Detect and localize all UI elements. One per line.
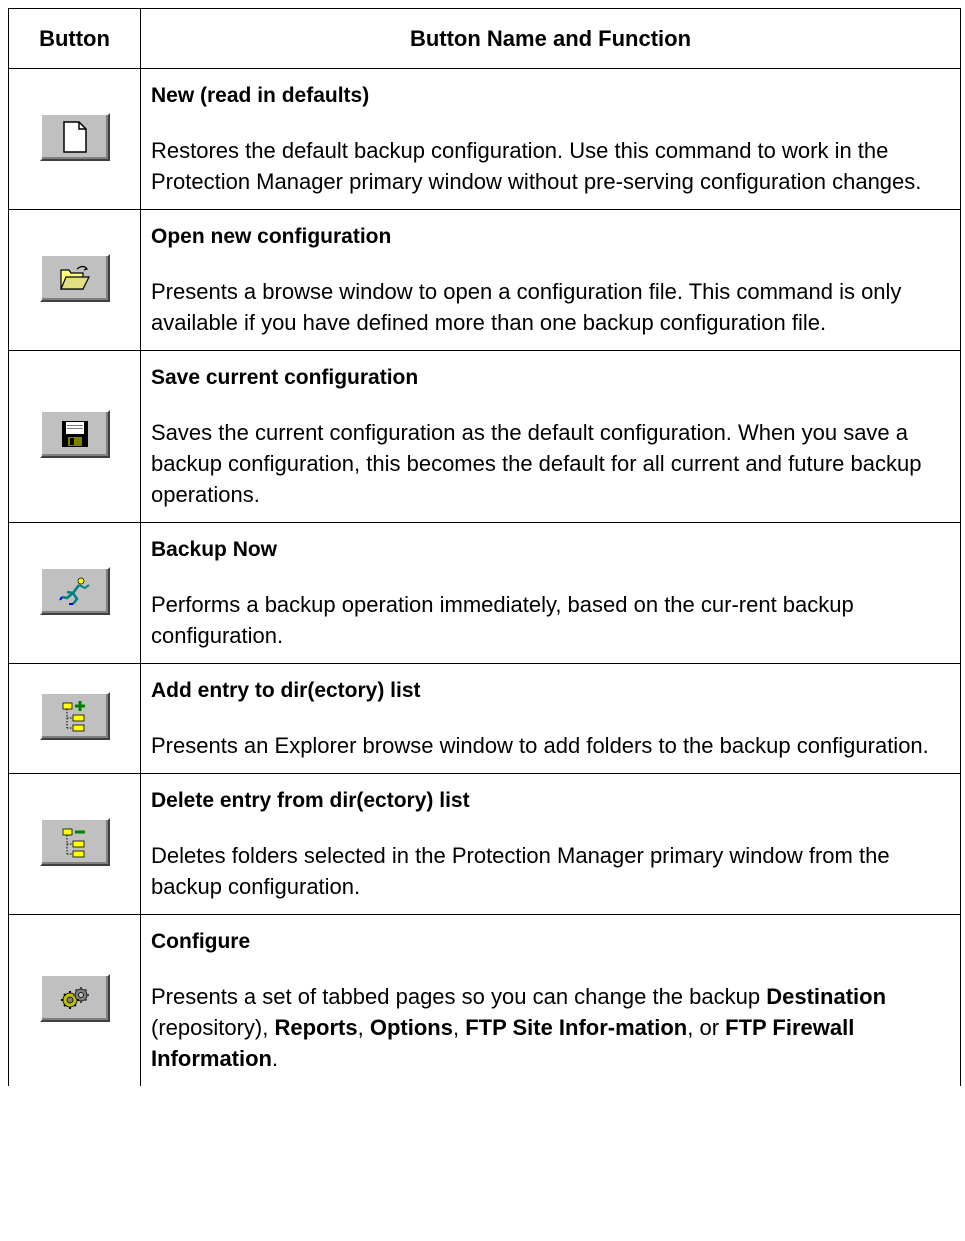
running-man-icon <box>58 577 90 605</box>
table-row: Delete entry from dir(ectory) list Delet… <box>8 773 961 915</box>
open-button[interactable] <box>39 253 110 302</box>
destination-term: Destination <box>766 984 887 1009</box>
header-function: Button Name and Function <box>140 8 961 69</box>
tree-add-icon <box>62 701 85 732</box>
table-header-row: Button Button Name and Function <box>8 8 961 69</box>
table-row: Configure Presents a set of tabbed pages… <box>8 914 961 1086</box>
row-title: Open new configuration <box>151 225 392 248</box>
table-row: Add entry to dir(ectory) list Presents a… <box>8 663 961 774</box>
button-reference-table: Button Button Name and Function New (rea… <box>8 8 961 1086</box>
add-entry-button[interactable] <box>39 692 110 740</box>
row-title: New (read in defaults) <box>151 84 370 107</box>
row-title: Configure <box>151 930 251 953</box>
row-description: Performs a backup operation immediately,… <box>151 592 854 648</box>
new-button[interactable] <box>39 112 110 161</box>
row-description: Saves the current configuration as the d… <box>151 420 922 507</box>
floppy-save-icon <box>61 421 88 447</box>
gear-configure-icon <box>60 987 89 1009</box>
row-title: Save current configuration <box>151 366 419 389</box>
row-title: Backup Now <box>151 538 278 561</box>
table-row: Backup Now Performs a backup operation i… <box>8 522 961 664</box>
backup-now-button[interactable] <box>39 566 110 615</box>
new-document-icon <box>62 120 87 153</box>
options-term: Options <box>369 1015 453 1040</box>
table-row: New (read in defaults) Restores the defa… <box>8 68 961 210</box>
row-description: Presents a set of tabbed pages so you ca… <box>151 984 887 1071</box>
row-description: Presents a browse window to open a confi… <box>151 279 902 335</box>
row-title: Delete entry from dir(ectory) list <box>151 789 470 812</box>
tree-delete-icon <box>62 828 85 857</box>
configure-button[interactable] <box>39 974 110 1022</box>
row-description: Deletes folders selected in the Protecti… <box>151 843 890 899</box>
header-button: Button <box>8 8 141 69</box>
row-description: Presents an Explorer browse window to ad… <box>151 733 929 758</box>
table-row: Save current configuration Saves the cur… <box>8 350 961 523</box>
table-row: Open new configuration Presents a browse… <box>8 209 961 351</box>
ftp-site-information-term: FTP Site Infor-mation <box>465 1015 688 1040</box>
row-description: Restores the default backup configuratio… <box>151 138 922 194</box>
row-title: Add entry to dir(ectory) list <box>151 679 421 702</box>
delete-entry-button[interactable] <box>39 817 110 866</box>
open-folder-icon <box>59 265 90 290</box>
save-button[interactable] <box>39 410 110 458</box>
reports-term: Reports <box>274 1015 358 1040</box>
